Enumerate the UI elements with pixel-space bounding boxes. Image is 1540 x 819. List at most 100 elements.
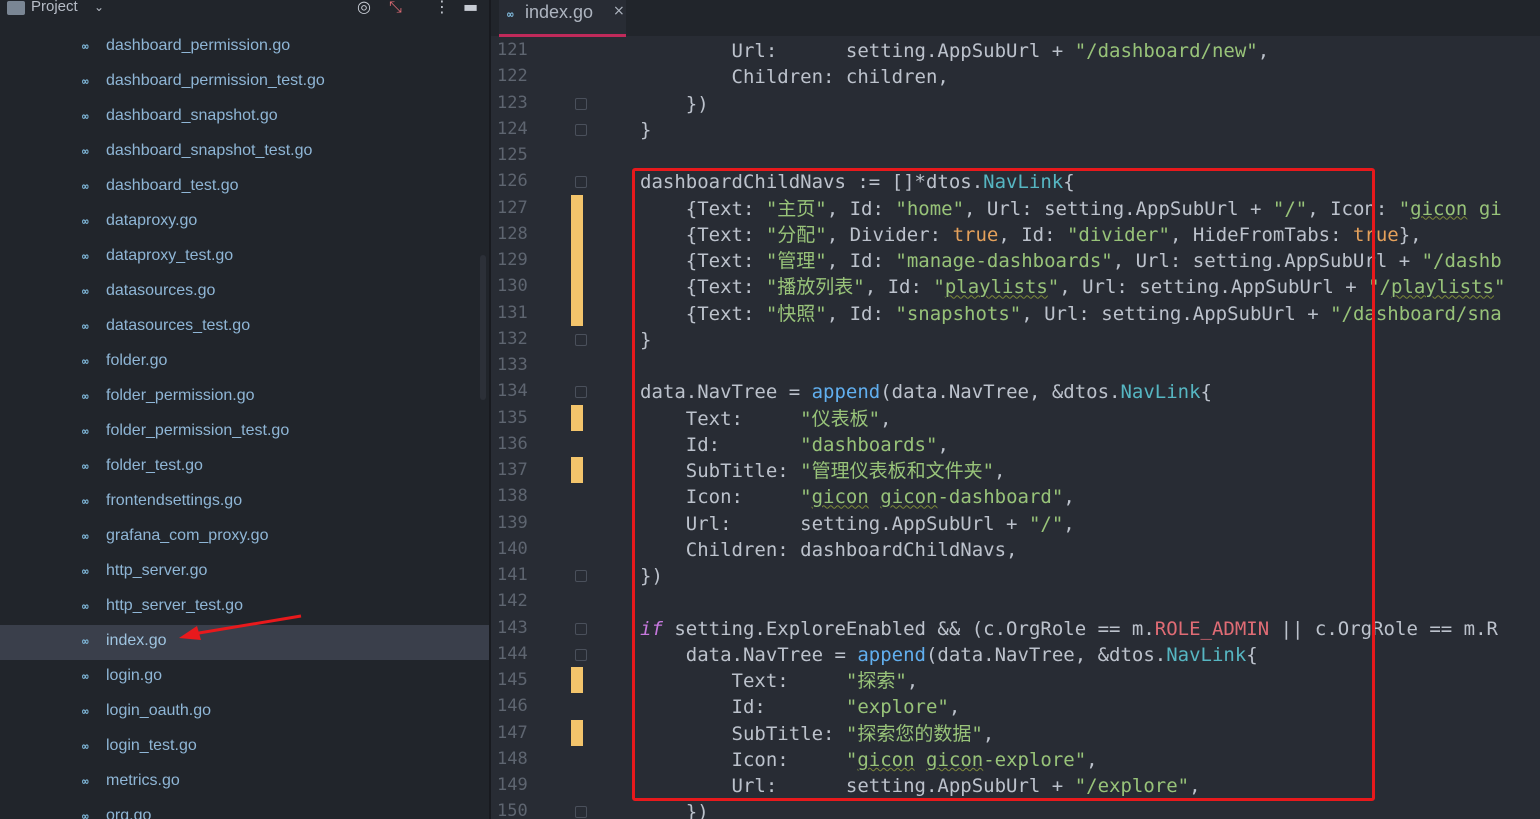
line-number: 137 xyxy=(497,460,528,480)
code-line[interactable]: }) xyxy=(640,799,709,819)
tab-index-go[interactable]: ∞ index.go × xyxy=(499,0,626,37)
file-item[interactable]: ∞ dashboard_permission_test.go xyxy=(0,65,489,100)
change-marker[interactable] xyxy=(571,273,583,300)
line-number: 144 xyxy=(497,643,528,664)
change-marker[interactable] xyxy=(571,719,583,746)
target-icon[interactable]: ◎ xyxy=(357,0,371,16)
project-header: Project ⌄ ◎ ⤡ ⋮ ▬ xyxy=(0,0,489,22)
more-icon[interactable]: ⋮ xyxy=(434,0,450,16)
line-number: 134 xyxy=(497,381,528,402)
project-title[interactable]: Project xyxy=(31,0,78,15)
file-item[interactable]: ∞ dataproxy.go xyxy=(0,205,489,240)
file-name: datasources_test.go xyxy=(106,317,251,334)
file-item[interactable]: ∞ metrics.go xyxy=(0,765,489,800)
folder-icon xyxy=(7,1,25,15)
file-item[interactable]: ∞ frontendsettings.go xyxy=(0,485,489,520)
go-file-icon: ∞ xyxy=(82,285,89,298)
file-item[interactable]: ∞ dashboard_permission.go xyxy=(0,30,489,65)
go-file-icon: ∞ xyxy=(82,670,89,683)
file-item[interactable]: ∞ login_oauth.go xyxy=(0,695,489,730)
file-item[interactable]: ∞ dashboard_test.go xyxy=(0,170,489,205)
line-number: 139 xyxy=(497,512,528,533)
file-item[interactable]: ∞ datasources.go xyxy=(0,275,489,310)
fold-toggle-icon[interactable] xyxy=(575,570,587,582)
file-name: dashboard_snapshot.go xyxy=(106,107,278,124)
code-line[interactable]: } xyxy=(640,117,651,143)
line-number: 133 xyxy=(497,355,528,375)
editor-tabbar: ∞ index.go × xyxy=(491,0,1540,37)
fold-toggle-icon[interactable] xyxy=(575,97,587,110)
file-item[interactable]: ∞ grafana_com_proxy.go xyxy=(0,520,489,555)
file-name: dashboard_snapshot_test.go xyxy=(106,142,313,159)
file-name: folder_permission.go xyxy=(106,387,255,404)
go-file-icon: ∞ xyxy=(82,810,89,819)
code-line[interactable]: Children: children, xyxy=(640,64,949,90)
file-item[interactable]: ∞ dashboard_snapshot_test.go xyxy=(0,135,489,170)
go-file-icon: ∞ xyxy=(82,600,89,613)
line-number: 124 xyxy=(497,118,528,139)
line-number: 150 xyxy=(497,801,528,819)
file-item[interactable]: ∞ folder_test.go xyxy=(0,450,489,485)
line-number: 147 xyxy=(497,722,528,743)
line-number: 131 xyxy=(497,302,528,323)
change-marker[interactable] xyxy=(571,220,583,247)
change-marker[interactable] xyxy=(571,299,583,326)
file-item[interactable]: ∞ org.go xyxy=(0,800,489,819)
file-name: index.go xyxy=(106,632,167,649)
change-marker[interactable] xyxy=(571,667,583,694)
file-item[interactable]: ∞ datasources_test.go xyxy=(0,310,489,345)
file-item[interactable]: ∞ folder_permission.go xyxy=(0,380,489,415)
line-number: 141 xyxy=(497,565,528,585)
change-marker[interactable] xyxy=(571,247,583,274)
change-marker[interactable] xyxy=(571,194,583,221)
line-number: 126 xyxy=(497,171,528,192)
file-name: folder_test.go xyxy=(106,457,203,474)
code-line[interactable]: Url: setting.AppSubUrl + "/dashboard/new… xyxy=(640,38,1270,64)
fold-toggle-icon[interactable] xyxy=(575,806,587,819)
line-number: 135 xyxy=(497,407,528,428)
file-item[interactable]: ∞ folder.go xyxy=(0,345,489,380)
file-item[interactable]: ∞ login_test.go xyxy=(0,730,489,765)
file-item[interactable]: ∞ http_server.go xyxy=(0,555,489,590)
fold-toggle-icon[interactable] xyxy=(575,386,587,399)
change-marker[interactable] xyxy=(571,404,583,431)
go-file-icon: ∞ xyxy=(82,355,89,368)
fold-toggle-icon[interactable] xyxy=(575,176,587,189)
go-file-icon: ∞ xyxy=(82,390,89,403)
minimize-icon[interactable]: ▬ xyxy=(463,0,478,16)
line-number: 140 xyxy=(497,538,528,559)
change-marker[interactable] xyxy=(571,457,583,484)
fold-toggle-icon[interactable] xyxy=(575,622,587,635)
line-number: 128 xyxy=(497,223,528,244)
file-name: frontendsettings.go xyxy=(106,492,243,509)
go-file-icon: ∞ xyxy=(82,110,89,123)
file-item[interactable]: ∞ dashboard_snapshot.go xyxy=(0,100,489,135)
file-item[interactable]: ∞ dataproxy_test.go xyxy=(0,240,489,275)
line-number: 125 xyxy=(497,145,528,165)
fold-toggle-icon[interactable] xyxy=(575,648,587,661)
file-name: dataproxy_test.go xyxy=(106,247,234,264)
file-tree: ∞ dashboard_permission.go ∞ dashboard_permi… xyxy=(0,30,489,819)
chevron-down-icon[interactable]: ⌄ xyxy=(94,0,104,14)
go-file-icon: ∞ xyxy=(82,530,89,543)
collapse-icon[interactable]: ⤡ xyxy=(389,0,402,17)
fold-toggle-icon[interactable] xyxy=(575,333,587,346)
file-name: datasources.go xyxy=(106,282,216,299)
tab-label: index.go xyxy=(525,2,594,22)
go-file-icon: ∞ xyxy=(82,775,89,788)
code-editor: ∞ index.go × 121 122 123 124 125 126 127 128 129… xyxy=(491,0,1540,819)
line-number: 146 xyxy=(497,696,528,717)
go-file-icon: ∞ xyxy=(82,180,89,193)
line-number: 132 xyxy=(497,328,528,349)
file-name: login_oauth.go xyxy=(106,702,211,719)
code-line[interactable]: }) xyxy=(640,91,709,117)
go-file-icon: ∞ xyxy=(82,565,89,578)
file-name: dashboard_permission_test.go xyxy=(106,72,325,89)
file-item[interactable]: ∞ login.go xyxy=(0,660,489,695)
go-file-icon: ∞ xyxy=(82,705,89,718)
sidebar-scrollbar[interactable] xyxy=(480,255,486,400)
file-name: dashboard_permission.go xyxy=(106,37,291,54)
file-item[interactable]: ∞ folder_permission_test.go xyxy=(0,415,489,450)
fold-toggle-icon[interactable] xyxy=(575,123,587,136)
close-icon[interactable]: × xyxy=(613,3,625,19)
